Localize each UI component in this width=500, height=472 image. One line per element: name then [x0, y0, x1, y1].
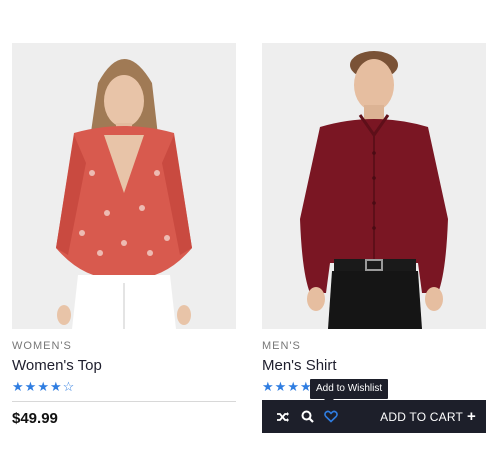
product-category: MEN'S	[262, 340, 301, 352]
star-icon: ★	[287, 379, 300, 394]
product-image-womens-top[interactable]	[12, 43, 236, 329]
product-price: $49.99	[12, 410, 58, 427]
add-to-cart-button[interactable]: ADD TO CART +	[380, 407, 476, 425]
star-icon: ★	[49, 379, 63, 394]
product-category: WOMEN'S	[12, 340, 72, 352]
product-card: MEN'S Men's Shirt ★★★★☆	[262, 43, 486, 393]
wishlist-tooltip: Add to Wishlist	[310, 379, 389, 404]
star-outline-icon: ☆	[62, 379, 76, 394]
product-image-mens-shirt[interactable]	[262, 43, 486, 329]
star-icon: ★	[12, 379, 25, 394]
add-to-cart-label: ADD TO CART	[380, 409, 464, 424]
star-icon: ★	[24, 379, 38, 394]
product-title[interactable]: Men's Shirt	[262, 357, 486, 374]
star-icon: ★	[37, 379, 50, 394]
heart-icon[interactable]	[320, 408, 342, 426]
search-icon[interactable]	[296, 408, 318, 426]
plus-icon: +	[467, 407, 476, 425]
divider	[12, 401, 236, 402]
shuffle-icon[interactable]	[272, 408, 294, 426]
star-icon: ★	[274, 379, 288, 394]
star-icon: ★	[262, 379, 275, 394]
product-card: WOMEN'S Women's Top ★★★★☆ $49.99	[12, 43, 236, 427]
product-action-bar: ADD TO CART +	[262, 400, 486, 433]
product-title[interactable]: Women's Top	[12, 357, 236, 374]
product-rating: ★★★★☆	[12, 380, 236, 393]
